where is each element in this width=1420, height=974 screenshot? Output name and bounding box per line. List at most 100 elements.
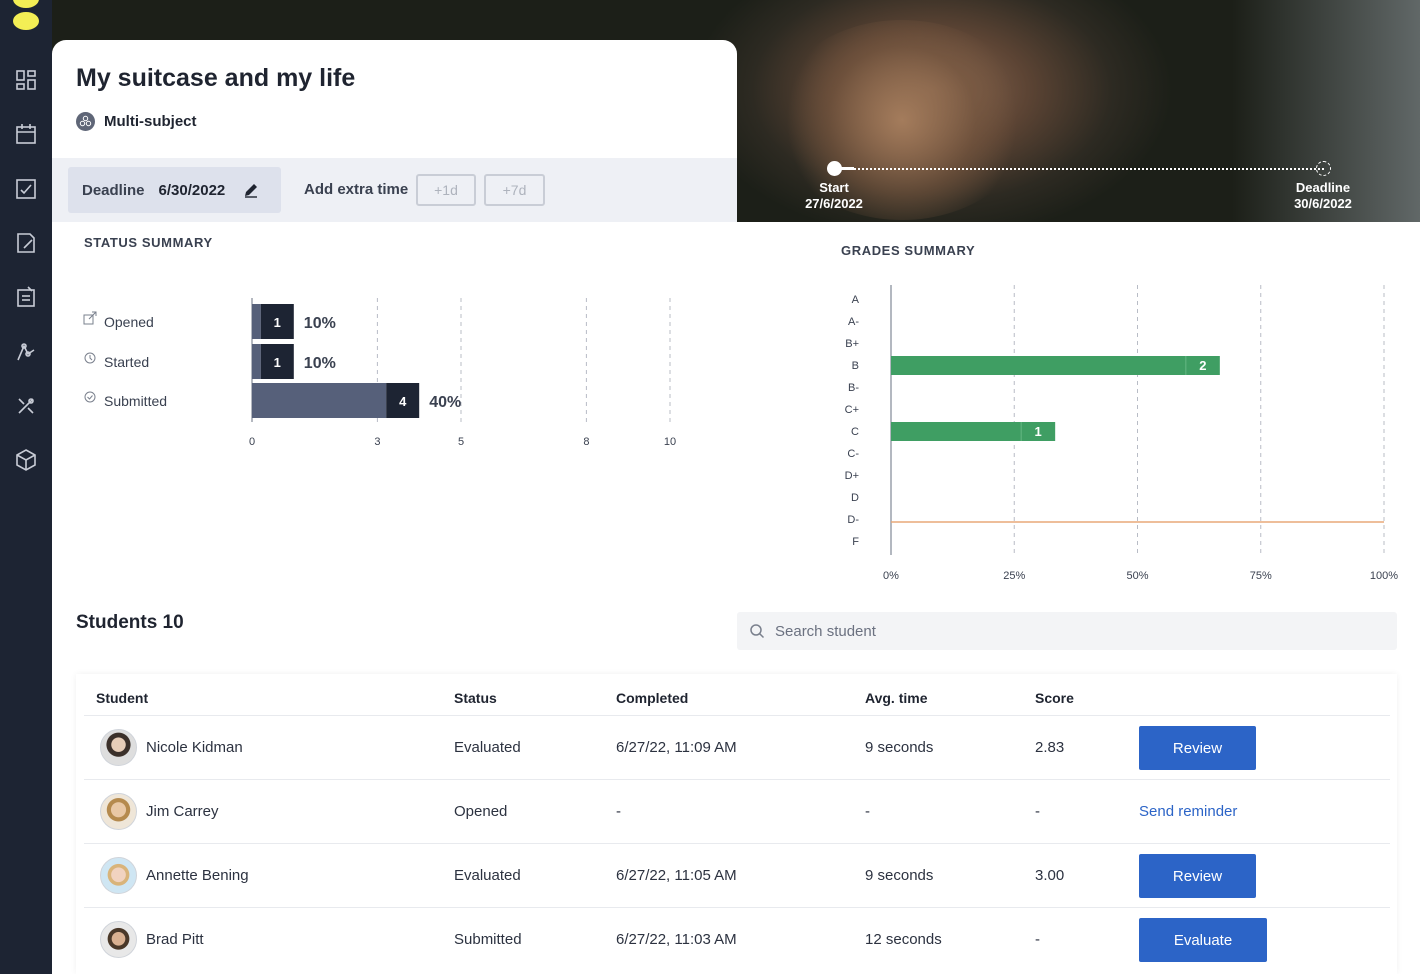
evaluate-button[interactable]: Evaluate (1139, 918, 1267, 962)
student-name[interactable]: Nicole Kidman (146, 739, 243, 756)
x-tick-label: 25% (1003, 570, 1025, 582)
student-status: Opened (454, 803, 508, 820)
x-tick-label: 0% (883, 570, 899, 582)
status-row-label: Started (104, 354, 149, 370)
timeline-start-dot (827, 161, 842, 176)
deadline-field[interactable]: Deadline 6/30/2022 (68, 167, 281, 213)
notes-icon[interactable] (14, 231, 38, 255)
x-tick-label: 8 (583, 436, 589, 448)
grade-label: A- (848, 316, 859, 328)
timeline-end-label: Deadline (1295, 180, 1351, 195)
grades-summary-title: GRADES SUMMARY (841, 243, 976, 258)
avatar (100, 793, 137, 830)
x-tick-label: 5 (458, 436, 464, 448)
student-completed: 6/27/22, 11:05 AM (616, 867, 737, 884)
status-summary-chart: 0 3 5 8 10 Opened 1 10% Started 1 10% Submitted 4 40% (83, 298, 676, 448)
add-7-days-button[interactable]: +7d (484, 174, 545, 206)
extra-time-label: Add extra time (304, 181, 409, 198)
divider (84, 715, 1390, 716)
status-bar (252, 304, 261, 339)
timeline-start-label: Start (819, 180, 849, 195)
subject-tag: Multi-subject (76, 112, 197, 131)
pencil-icon[interactable] (243, 182, 259, 198)
grade-label: B (852, 360, 859, 372)
add-1-day-button[interactable]: +1d (416, 174, 476, 206)
status-percent-label: 40% (429, 394, 461, 411)
grade-label: B- (848, 382, 859, 394)
check-circle-icon (84, 391, 96, 403)
student-score: - (1035, 803, 1040, 820)
column-header-completed[interactable]: Completed (616, 690, 688, 706)
status-percent-label: 10% (304, 355, 336, 372)
x-tick-label: 75% (1250, 570, 1272, 582)
grade-label: A (852, 294, 860, 306)
student-completed: - (616, 803, 621, 820)
timeline-end: Deadline 30/6/2022 (1283, 180, 1363, 212)
search-input[interactable] (775, 622, 1335, 640)
status-row-label: Opened (104, 314, 154, 330)
dashboard-icon[interactable] (14, 68, 38, 92)
column-header-student[interactable]: Student (96, 690, 148, 706)
avatar (100, 921, 137, 958)
timeline-start-date: 27/6/2022 (805, 196, 863, 211)
sidebar (0, 0, 52, 974)
student-avg-time: 9 seconds (865, 867, 934, 884)
deadline-label: Deadline (82, 181, 145, 199)
grade-count-label: 2 (1199, 358, 1206, 373)
status-count-label: 1 (274, 355, 281, 370)
tools-icon[interactable] (14, 394, 38, 418)
x-tick-label: 0 (249, 436, 255, 448)
search-bar[interactable] (737, 612, 1397, 650)
grade-label: D+ (845, 470, 859, 482)
student-score: 2.83 (1035, 739, 1065, 756)
grade-bar (891, 356, 1220, 375)
students-title: Students 10 (76, 612, 184, 633)
app-logo[interactable] (13, 0, 39, 32)
grades-summary-chart: 0% 25% 50% 75% 100% A A- B+ B 2 B- C+ C 1 C- D+ D D- F (845, 285, 1398, 582)
column-header-score[interactable]: Score (1035, 690, 1074, 706)
page-title: My suitcase and my life (76, 64, 356, 92)
subject-icon (76, 112, 95, 131)
column-header-status[interactable]: Status (454, 690, 497, 706)
x-tick-label: 50% (1126, 570, 1148, 582)
box-icon[interactable] (14, 448, 38, 472)
tasks-icon[interactable] (14, 177, 38, 201)
external-link-icon (83, 311, 97, 325)
mindmap-icon[interactable] (14, 340, 38, 364)
send-reminder-link[interactable]: Send reminder (1139, 803, 1237, 820)
avatar (100, 857, 137, 894)
status-bar (252, 344, 261, 379)
icon-part (87, 395, 93, 400)
divider (84, 907, 1390, 908)
timeline-start: Start 27/6/2022 (794, 180, 874, 212)
deadline-value: 6/30/2022 (158, 181, 226, 199)
x-tick-label: 10 (664, 436, 676, 448)
status-row-label: Submitted (104, 393, 167, 409)
search-icon (750, 624, 765, 639)
grade-count-label: 1 (1035, 424, 1042, 439)
student-name[interactable]: Brad Pitt (146, 931, 204, 948)
column-header-avg-time[interactable]: Avg. time (865, 690, 928, 706)
grade-label: D (851, 492, 859, 504)
divider (84, 779, 1390, 780)
student-completed: 6/27/22, 11:03 AM (616, 931, 737, 948)
x-tick-label: 100% (1370, 570, 1398, 582)
student-name[interactable]: Annette Bening (146, 867, 249, 884)
review-button[interactable]: Review (1139, 726, 1256, 770)
subject-label: Multi-subject (104, 113, 197, 130)
grade-label: B+ (845, 338, 859, 350)
timeline-track (834, 168, 1324, 170)
calendar-icon[interactable] (14, 122, 38, 146)
student-status: Evaluated (454, 739, 521, 756)
grade-label: C+ (845, 404, 859, 416)
review-button[interactable]: Review (1139, 854, 1256, 898)
status-count-label: 4 (399, 394, 407, 409)
status-percent-label: 10% (304, 315, 336, 332)
student-avg-time: - (865, 803, 870, 820)
student-completed: 6/27/22, 11:09 AM (616, 739, 737, 756)
student-name[interactable]: Jim Carrey (146, 803, 219, 820)
student-score: - (1035, 931, 1040, 948)
x-tick-label: 3 (374, 436, 380, 448)
clock-icon (84, 352, 96, 364)
assignments-icon[interactable] (14, 285, 38, 309)
